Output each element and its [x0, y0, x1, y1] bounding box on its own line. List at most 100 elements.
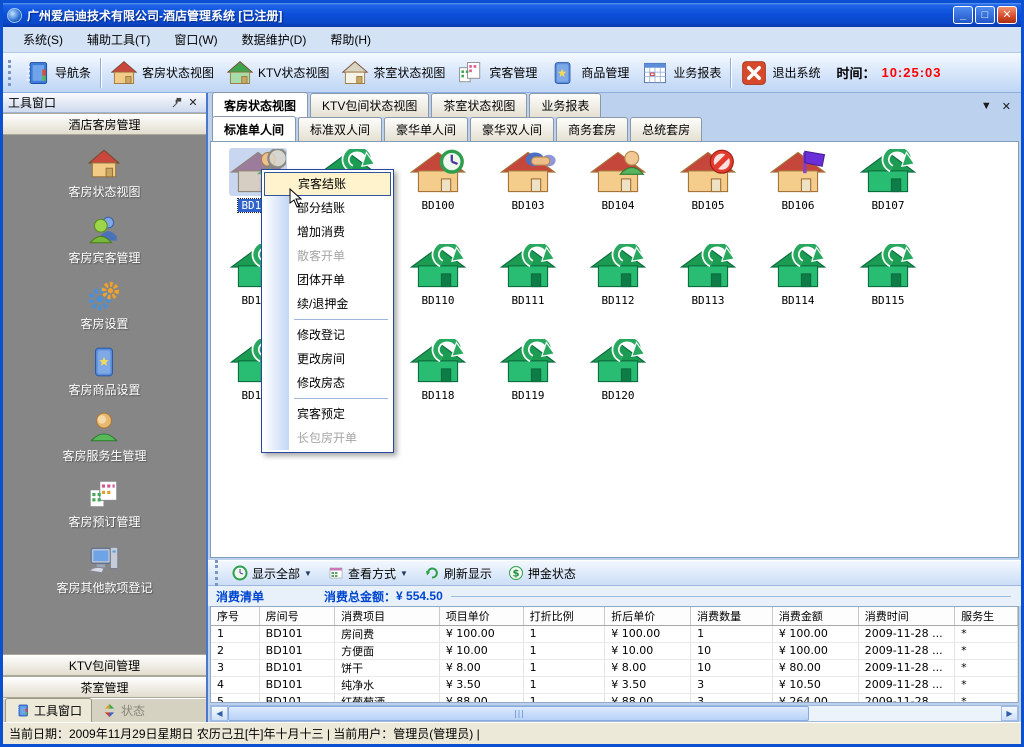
col-header-3[interactable]: 项目单价 — [439, 607, 523, 625]
scroll-right-icon[interactable]: ▶ — [1001, 706, 1018, 721]
col-header-0[interactable]: 序号 — [211, 607, 259, 625]
context-menu-item-7[interactable]: 修改登记 — [264, 323, 391, 347]
scrollbar-thumb[interactable] — [228, 706, 809, 721]
col-header-6[interactable]: 消费数量 — [691, 607, 773, 625]
room-BD112[interactable]: BD112 — [573, 243, 663, 338]
sidebar-tab-0[interactable]: 工具窗口 — [5, 698, 92, 722]
view-toolbar-button-2[interactable]: 刷新显示 — [416, 562, 500, 584]
room-BD115[interactable]: BD115 — [843, 243, 933, 338]
menubar-item-4[interactable]: 帮助(H) — [318, 27, 383, 52]
context-menu-item-11[interactable]: 宾客预定 — [264, 402, 391, 426]
view-toolbar-button-3[interactable]: $押金状态 — [500, 562, 584, 584]
toolbar-button-5[interactable]: 商品管理 — [543, 55, 635, 91]
context-menu-item-5[interactable]: 续/退押金 — [264, 292, 391, 316]
col-header-8[interactable]: 消费时间 — [858, 607, 954, 625]
context-menu-item-0[interactable]: 宾客结账 — [264, 172, 391, 196]
table-horizontal-scrollbar[interactable]: ◀ ▶ — [210, 705, 1019, 722]
group-tea-management[interactable]: 茶室管理 — [3, 676, 206, 698]
room-BD100[interactable]: BD100 — [393, 148, 483, 243]
scrollbar-track[interactable] — [809, 706, 1001, 721]
room-BD119[interactable]: BD119 — [483, 338, 573, 433]
table-row-0[interactable]: 1BD101房间费¥ 100.001¥ 100.001¥ 100.002009-… — [211, 625, 1018, 642]
context-menu-item-1[interactable]: 部分结账 — [264, 196, 391, 220]
table-row-4[interactable]: 5BD101红葡萄酒¥ 88.001¥ 88.003¥ 264.002009-1… — [211, 693, 1018, 703]
room-BD114[interactable]: BD114 — [753, 243, 843, 338]
menubar-item-0[interactable]: 系统(S) — [11, 27, 75, 52]
room-BD107[interactable]: BD107 — [843, 148, 933, 243]
sidebar-item-1[interactable]: 客房宾客管理 — [68, 213, 140, 266]
toolbar-button-0[interactable]: 导航条 — [17, 55, 97, 91]
group-hotel-room-management[interactable]: 酒店客房管理 — [3, 113, 206, 135]
col-header-5[interactable]: 折后单价 — [605, 607, 691, 625]
document-tab-1[interactable]: KTV包间状态视图 — [310, 93, 429, 117]
col-header-2[interactable]: 消费项目 — [335, 607, 440, 625]
room-type-tab-2[interactable]: 豪华单人间 — [384, 117, 468, 141]
view-toolbar-button-1[interactable]: 查看方式▼ — [320, 562, 416, 584]
room-BD111[interactable]: BD111 — [483, 243, 573, 338]
close-panel-icon[interactable]: ✕ — [185, 95, 201, 110]
room-status-icon — [499, 338, 557, 386]
menu-bar: 系统(S)辅助工具(T)窗口(W)数据维护(D)帮助(H) — [3, 27, 1021, 53]
sidebar-item-4[interactable]: 客房服务生管理 — [62, 411, 146, 464]
toolbar-button-4[interactable]: 宾客管理 — [451, 55, 543, 91]
sidebar-item-3[interactable]: 客房商品设置 — [68, 345, 140, 398]
sidebar-item-5[interactable]: 客房预订管理 — [68, 477, 140, 530]
context-menu-item-2[interactable]: 增加消费 — [264, 220, 391, 244]
table-row-2[interactable]: 3BD101饼干¥ 8.001¥ 8.0010¥ 80.002009-11-28… — [211, 659, 1018, 676]
room-type-tab-4[interactable]: 商务套房 — [556, 117, 628, 141]
pin-icon[interactable] — [169, 95, 185, 110]
menubar-item-1[interactable]: 辅助工具(T) — [75, 27, 162, 52]
maximize-button[interactable]: □ — [975, 6, 995, 24]
room-BD113[interactable]: BD113 — [663, 243, 753, 338]
toolbar-button-3[interactable]: 茶室状态视图 — [335, 55, 451, 91]
room-BD110[interactable]: BD110 — [393, 243, 483, 338]
room-BD120[interactable]: BD120 — [573, 338, 663, 433]
dropdown-arrow-icon[interactable]: ▼ — [304, 569, 312, 578]
menubar-item-3[interactable]: 数据维护(D) — [230, 27, 319, 52]
col-header-7[interactable]: 消费金额 — [772, 607, 858, 625]
document-tab-0[interactable]: 客房状态视图 — [212, 92, 308, 117]
context-menu-item-8[interactable]: 更改房间 — [264, 347, 391, 371]
view-toolbar-button-0[interactable]: 显示全部▼ — [224, 562, 320, 584]
tool-window-panel: 工具窗口 ✕ 酒店客房管理 客房状态视图客房宾客管理客房设置客房商品设置客房服务… — [3, 93, 208, 722]
notebook-icon — [23, 59, 51, 87]
close-button[interactable]: ✕ — [997, 6, 1017, 24]
dropdown-arrow-icon[interactable]: ▼ — [400, 569, 408, 578]
sidebar-item-0[interactable]: 客房状态视图 — [68, 147, 140, 200]
col-header-4[interactable]: 打折比例 — [523, 607, 605, 625]
toolbar-button-2[interactable]: KTV状态视图 — [220, 55, 335, 91]
document-tab-2[interactable]: 茶室状态视图 — [431, 93, 527, 117]
group-ktv-management[interactable]: KTV包间管理 — [3, 654, 206, 676]
scroll-left-icon[interactable]: ◀ — [211, 706, 228, 721]
room-type-tab-5[interactable]: 总统套房 — [630, 117, 702, 141]
room-type-tab-1[interactable]: 标准双人间 — [298, 117, 382, 141]
room-BD106[interactable]: BD106 — [753, 148, 843, 243]
document-tab-3[interactable]: 业务报表 — [529, 93, 601, 117]
sidebar-item-6[interactable]: 客房其他款项登记 — [56, 543, 152, 596]
minimize-button[interactable]: _ — [953, 6, 973, 24]
room-BD104[interactable]: BD104 — [573, 148, 663, 243]
menubar-item-2[interactable]: 窗口(W) — [162, 27, 229, 52]
room-type-tab-3[interactable]: 豪华双人间 — [470, 117, 554, 141]
context-menu-item-4[interactable]: 团体开单 — [264, 268, 391, 292]
col-header-1[interactable]: 房间号 — [259, 607, 334, 625]
room-status-icon — [589, 338, 647, 386]
sidebar-item-2[interactable]: 客房设置 — [80, 279, 128, 332]
table-row-1[interactable]: 2BD101方便面¥ 10.001¥ 10.0010¥ 100.002009-1… — [211, 642, 1018, 659]
toolbar-button-6[interactable]: 业务报表 — [635, 55, 727, 91]
tab-dropdown-icon[interactable]: ▼ — [981, 100, 992, 113]
sidebar-tab-1[interactable]: 状态 — [92, 698, 155, 722]
room-BD105[interactable]: BD105 — [663, 148, 753, 243]
view-toolbar-grip[interactable] — [215, 560, 221, 586]
context-menu-item-9[interactable]: 修改房态 — [264, 371, 391, 395]
room-type-tab-0[interactable]: 标准单人间 — [212, 116, 296, 141]
room-BD118[interactable]: BD118 — [393, 338, 483, 433]
tab-close-icon[interactable]: ✕ — [1002, 100, 1011, 113]
guest-icon — [87, 213, 121, 247]
toolbar-button-1[interactable]: 客房状态视图 — [104, 55, 220, 91]
toolbar-grip[interactable] — [8, 60, 14, 86]
toolbar-button-7[interactable]: 退出系统 — [734, 55, 826, 91]
col-header-9[interactable]: 服务生 — [955, 607, 1018, 625]
table-row-3[interactable]: 4BD101纯净水¥ 3.501¥ 3.503¥ 10.502009-11-28… — [211, 676, 1018, 693]
room-BD103[interactable]: BD103 — [483, 148, 573, 243]
